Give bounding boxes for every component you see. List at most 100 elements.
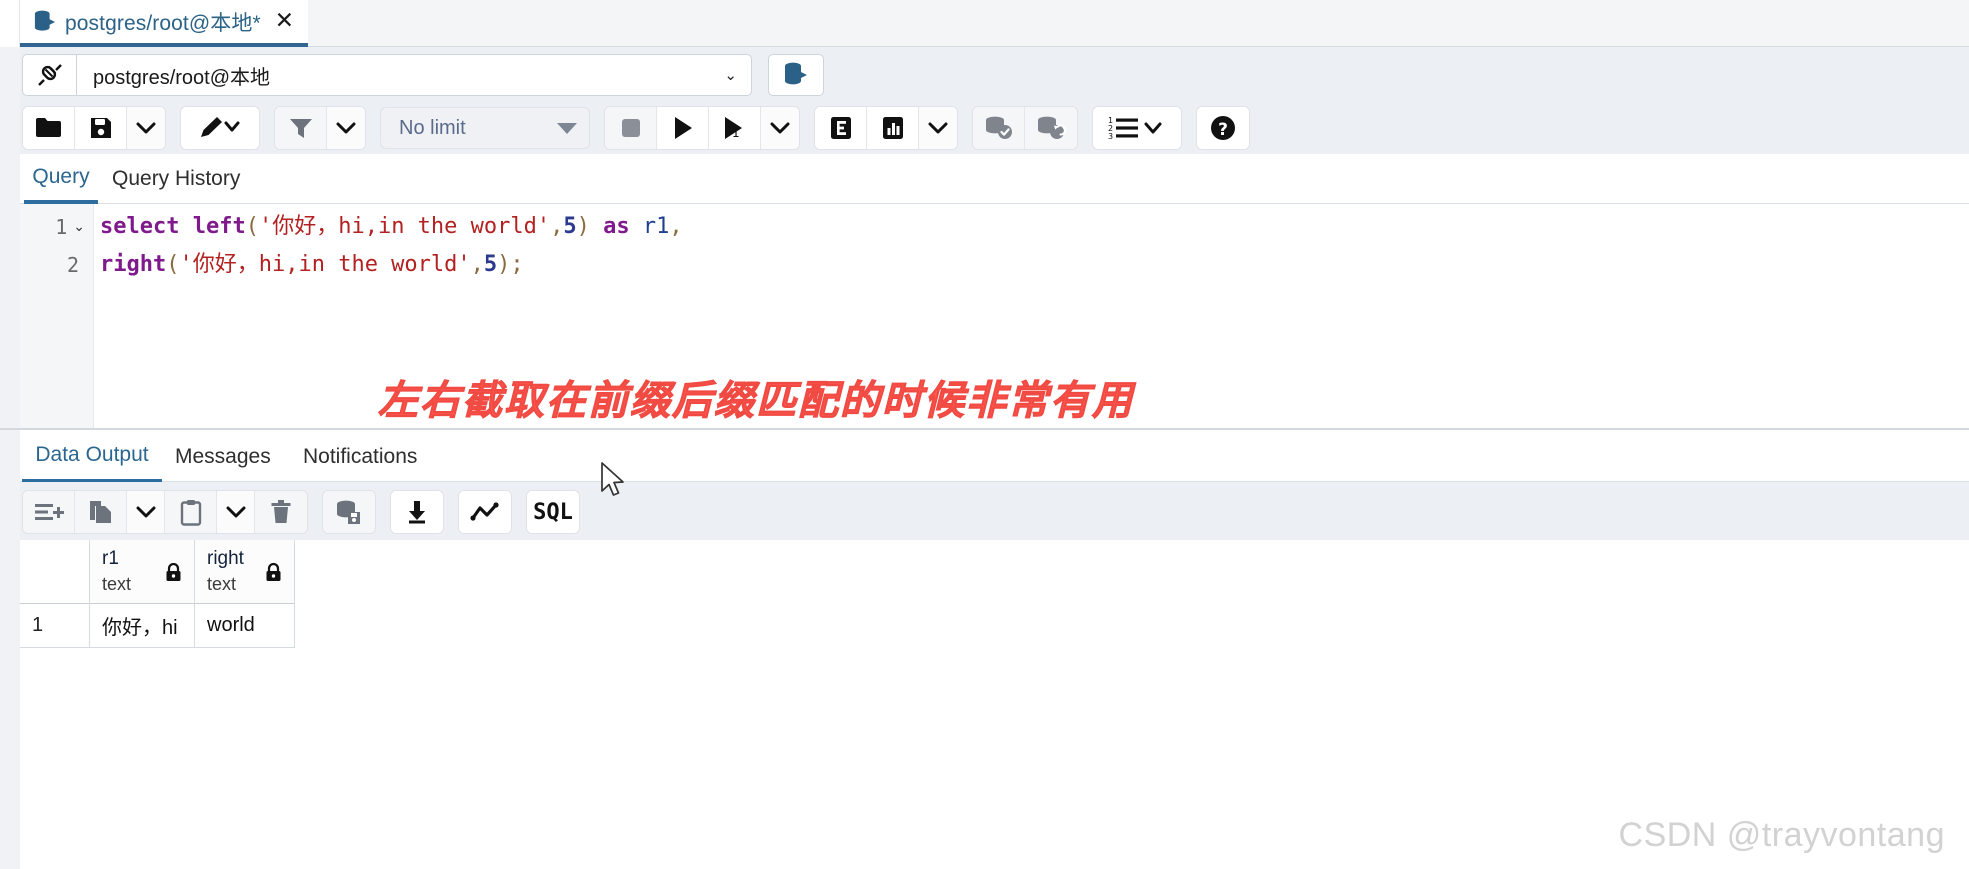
edit-button-group	[180, 106, 260, 150]
tab-query-history[interactable]: Query History	[112, 154, 240, 204]
execute-button[interactable]	[657, 107, 709, 149]
tabstrip-left-rail	[0, 0, 20, 47]
results-toolbar: SQL	[0, 482, 1969, 540]
file-button-group	[22, 106, 166, 150]
save-file-button[interactable]	[75, 107, 127, 149]
window-tab-postgres[interactable]: postgres/root@本地* ✕	[20, 0, 309, 47]
stop-button[interactable]	[605, 107, 657, 149]
help-button[interactable]: ?	[1197, 107, 1249, 149]
macros-button[interactable]: 1 2 3	[1093, 107, 1181, 149]
table-row[interactable]: 1 你好，hi world	[20, 604, 295, 648]
graph-visualiser-button[interactable]	[459, 491, 511, 533]
cell-r1[interactable]: 你好，hi	[90, 604, 195, 648]
query-panel-tabs: Query Query History	[0, 154, 1969, 204]
fold-chevron-icon[interactable]: ⌄	[73, 219, 85, 235]
database-select-icon[interactable]	[768, 54, 824, 96]
lock-icon	[265, 562, 282, 587]
lock-icon	[165, 562, 182, 587]
tab-notifications[interactable]: Notifications	[303, 430, 417, 483]
explain-button[interactable]	[815, 107, 867, 149]
connbar-left-rail	[0, 47, 20, 100]
row-limit-value: No limit	[399, 116, 466, 139]
save-data-group	[322, 490, 376, 534]
paren-close: )	[497, 252, 511, 277]
transaction-button-group	[972, 106, 1078, 150]
open-file-button[interactable]	[23, 107, 75, 149]
row-number: 1	[20, 604, 90, 648]
cell-right[interactable]: world	[195, 604, 295, 648]
grid-header-rownum	[20, 540, 90, 604]
filter-button-group	[274, 106, 366, 150]
explain-options-dropdown[interactable]	[919, 107, 957, 149]
otabs-left-rail	[0, 430, 20, 483]
graph-group	[458, 490, 512, 534]
sql-function-right: right	[100, 252, 167, 277]
tab-messages[interactable]: Messages	[175, 430, 271, 483]
delete-row-button[interactable]	[255, 491, 307, 533]
grid-header-right[interactable]: right text	[195, 540, 295, 604]
comma: ,	[550, 214, 564, 239]
editor-left-rail	[0, 204, 20, 429]
semicolon: ;	[510, 252, 524, 277]
sql-code-line-2: right('你好，hi,in the world',5);	[100, 246, 1900, 284]
sql-alias-r1: r1	[642, 214, 670, 239]
explain-button-group	[814, 106, 958, 150]
connection-link-icon[interactable]	[22, 54, 76, 96]
download-group	[390, 490, 444, 534]
red-annotation-text: 左右截取在前缀后缀匹配的时候非常有用	[378, 377, 1134, 425]
paren-open: (	[245, 214, 259, 239]
gutter-line-1: 1 ⌄	[21, 208, 85, 246]
line-number: 2	[66, 253, 79, 277]
help-button-group: ?	[1196, 106, 1250, 150]
close-icon[interactable]: ✕	[275, 10, 294, 33]
execute-step-button[interactable]: 1	[709, 107, 761, 149]
qtabs-left-rail	[0, 154, 20, 204]
explain-analyze-button[interactable]	[867, 107, 919, 149]
edit-button[interactable]	[181, 107, 259, 149]
save-data-changes-button[interactable]	[323, 491, 375, 533]
copy-options-dropdown[interactable]	[127, 491, 165, 533]
save-options-dropdown[interactable]	[127, 107, 165, 149]
grid-header-r1[interactable]: r1 text	[90, 540, 195, 604]
row-limit-select[interactable]: No limit	[380, 107, 590, 149]
grid-header-row: r1 text right text	[20, 540, 295, 604]
paren-open: (	[166, 252, 180, 277]
window-tab-title: postgres/root@本地*	[65, 11, 261, 35]
tab-data-output-label: Data Output	[35, 442, 149, 466]
svg-text:1: 1	[732, 126, 740, 140]
gutter-line-2: 2	[21, 246, 85, 284]
editor-gutter: 1 ⌄ 2	[20, 204, 94, 429]
mouse-cursor	[600, 462, 626, 505]
connection-select[interactable]: postgres/root@本地 ⌄	[76, 54, 752, 96]
paste-button[interactable]	[165, 491, 217, 533]
connection-select-group: postgres/root@本地 ⌄	[22, 54, 752, 96]
copy-button[interactable]	[75, 491, 127, 533]
filter-button[interactable]	[275, 107, 327, 149]
macro-button-group: 1 2 3	[1092, 106, 1182, 150]
paren-close: )	[576, 214, 590, 239]
grid-left-rail	[0, 540, 20, 869]
row-edit-group	[22, 490, 308, 534]
sql-keyword-as: as	[603, 214, 630, 239]
chevron-down-icon: ⌄	[724, 66, 737, 84]
tab-query[interactable]: Query	[24, 154, 98, 204]
download-button[interactable]	[391, 491, 443, 533]
svg-text:?: ?	[1218, 120, 1228, 140]
tab-data-output[interactable]: Data Output	[22, 430, 162, 483]
tab-notifications-label: Notifications	[303, 444, 418, 468]
sql-group: SQL	[526, 490, 580, 534]
add-row-button[interactable]	[23, 491, 75, 533]
sql-number: 5	[563, 214, 577, 239]
filter-options-dropdown[interactable]	[327, 107, 365, 149]
window-tabstrip: postgres/root@本地* ✕	[0, 0, 1969, 47]
sql-string-literal: '你好，hi,in the world'	[258, 214, 551, 239]
tab-messages-label: Messages	[175, 444, 271, 468]
paste-options-dropdown[interactable]	[217, 491, 255, 533]
query-sql-button[interactable]: SQL	[527, 491, 579, 533]
rollback-button[interactable]	[1025, 107, 1077, 149]
commit-button[interactable]	[973, 107, 1025, 149]
line-number: 1	[55, 215, 68, 239]
connection-bar: postgres/root@本地 ⌄	[0, 47, 1969, 100]
execute-options-dropdown[interactable]	[761, 107, 799, 149]
watermark: CSDN @trayvontang	[1618, 816, 1945, 854]
